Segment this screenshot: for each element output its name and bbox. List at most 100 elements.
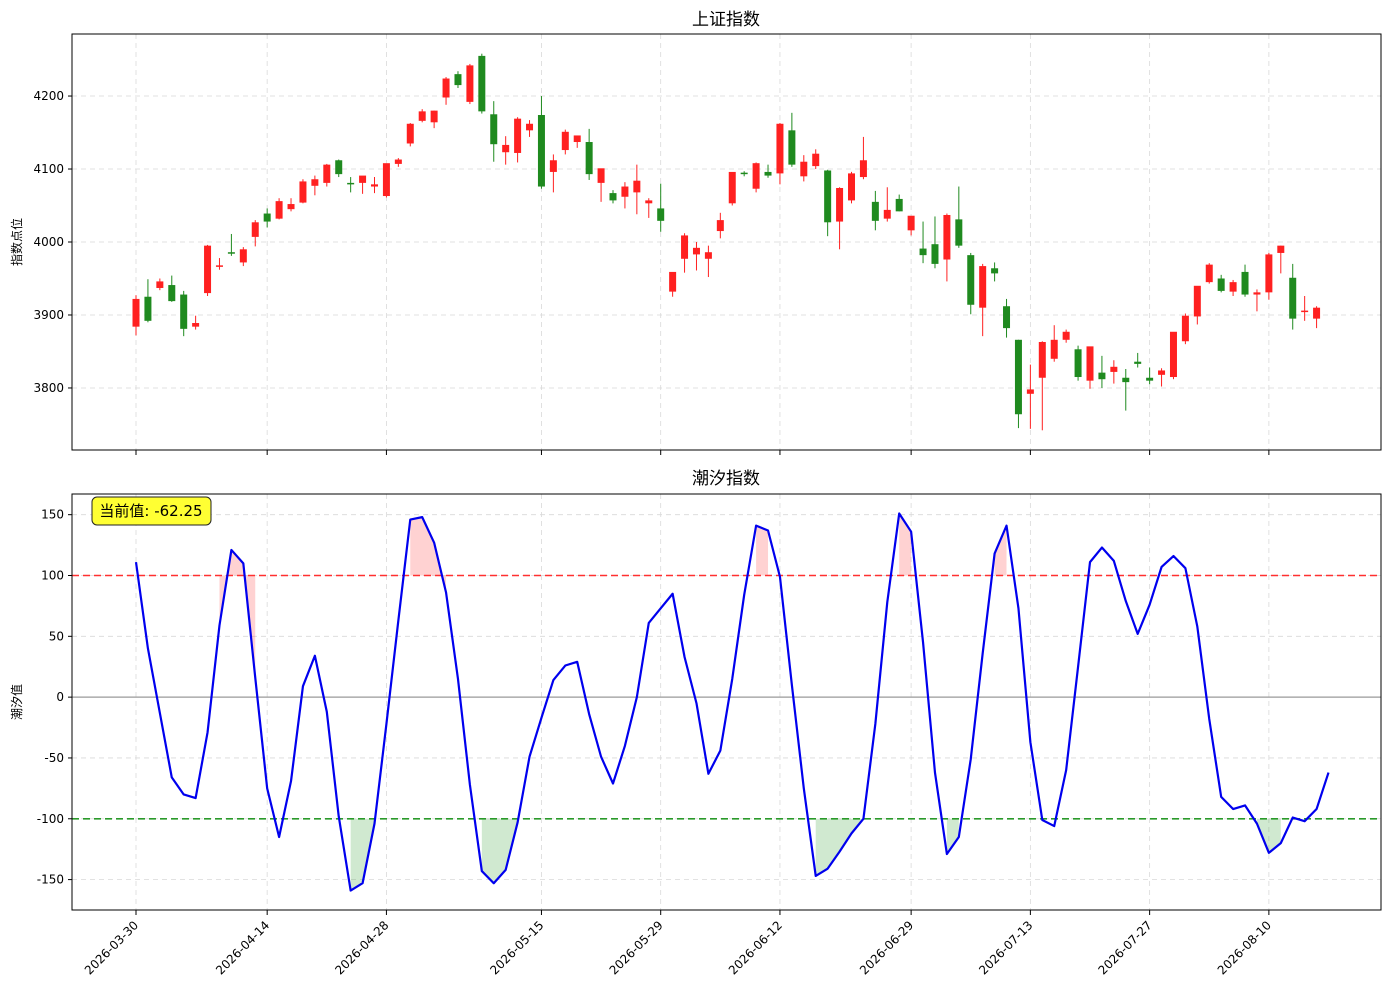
candlestick-frame	[71, 33, 1382, 451]
candle-body	[776, 123, 784, 174]
candle-body	[907, 215, 915, 231]
y-tick-label: 50	[49, 629, 64, 643]
candle-body	[836, 187, 844, 222]
candle-body	[394, 159, 402, 164]
candle	[609, 190, 617, 204]
candle	[144, 279, 152, 323]
y-tick-label: -100	[37, 812, 64, 826]
candle-body	[1277, 245, 1285, 253]
candle-body	[1253, 292, 1261, 295]
candle	[1026, 364, 1034, 429]
candle-body	[382, 163, 390, 197]
candle-body	[621, 186, 629, 197]
candle-body	[1098, 372, 1106, 380]
candle	[871, 190, 879, 231]
candle-body	[1289, 277, 1297, 319]
candle	[1313, 306, 1321, 329]
candle-body	[752, 163, 760, 189]
candle-body	[430, 110, 438, 123]
candle	[848, 171, 855, 204]
candle	[824, 169, 832, 237]
y-tick-label: 100	[41, 568, 64, 582]
candle-body	[490, 114, 498, 145]
candle-body	[227, 252, 235, 254]
candle-body	[669, 271, 677, 292]
candle	[681, 233, 689, 273]
candle	[1146, 367, 1154, 385]
x-tick-label: 2026-06-12	[726, 918, 785, 977]
candle-body	[585, 142, 593, 175]
candle	[1265, 252, 1273, 300]
candle	[239, 247, 247, 267]
candle-body	[514, 118, 522, 153]
chart-figure: 上证指数 指数点位 3800 3900 4000 4100 4200 潮汐指数 潮汐值 …	[9, 10, 1382, 977]
candle	[1169, 331, 1177, 380]
candle-body	[239, 249, 247, 263]
candle	[418, 109, 426, 123]
candle-body	[1217, 278, 1225, 291]
candle	[836, 187, 844, 250]
candle	[1074, 345, 1082, 381]
candle-body	[359, 175, 367, 183]
candle	[514, 117, 522, 163]
x-tick-label: 2026-04-14	[213, 918, 272, 977]
tide-grid	[72, 494, 1381, 910]
candle-body	[1301, 310, 1309, 313]
candle	[1301, 296, 1309, 321]
candle	[490, 101, 498, 162]
candle-body	[645, 200, 653, 204]
candle-body	[573, 135, 581, 143]
candle-body	[1158, 370, 1166, 375]
candle-body	[609, 193, 617, 201]
candle	[180, 290, 188, 337]
candle-body	[299, 181, 307, 203]
tide-title: 潮汐指数	[692, 469, 760, 489]
candle-body	[1062, 331, 1070, 340]
candle	[502, 136, 510, 165]
candle	[156, 278, 164, 291]
candle	[597, 168, 605, 202]
candle	[1003, 298, 1011, 338]
tide-frame	[71, 493, 1382, 911]
candle-body	[275, 201, 283, 219]
candle	[1158, 368, 1166, 387]
candle	[669, 271, 677, 297]
candle	[1050, 325, 1058, 362]
candle	[215, 258, 223, 270]
y-tick-label: 0	[56, 690, 64, 704]
tide-x-ticks: 2026-03-30 2026-04-14 2026-04-28 2026-05-15…	[82, 910, 1274, 977]
candlestick-grid	[72, 34, 1381, 450]
candle-body	[859, 160, 867, 178]
candle-body	[371, 184, 378, 187]
candle	[466, 63, 474, 105]
x-tick-label: 2026-06-29	[857, 918, 916, 977]
candle	[1014, 339, 1022, 429]
candle-body	[788, 130, 796, 165]
candle	[859, 136, 867, 180]
tide-fills	[219, 513, 1281, 891]
candle	[1241, 264, 1249, 297]
candle-body	[692, 247, 700, 255]
candle-body	[1074, 349, 1082, 378]
candle-body	[764, 171, 772, 176]
candle-body	[812, 153, 820, 167]
candle-body	[1026, 389, 1034, 394]
candle-body	[418, 111, 426, 121]
candle-body	[991, 268, 999, 274]
candle-body	[919, 248, 927, 256]
candle	[943, 213, 951, 282]
tide-y-axis-label: 潮汐值	[9, 684, 24, 720]
candle-body	[311, 179, 319, 186]
candle	[573, 135, 581, 148]
candle	[275, 198, 283, 220]
lower-threshold-fill	[946, 818, 959, 855]
candle	[991, 262, 999, 282]
candle	[812, 149, 820, 170]
candle-body	[454, 74, 462, 86]
candle-body	[716, 220, 724, 232]
candle-body	[347, 182, 355, 185]
candle	[1098, 355, 1106, 388]
lower-threshold-fill	[481, 818, 518, 884]
candle-body	[168, 285, 176, 302]
candle	[454, 71, 462, 89]
